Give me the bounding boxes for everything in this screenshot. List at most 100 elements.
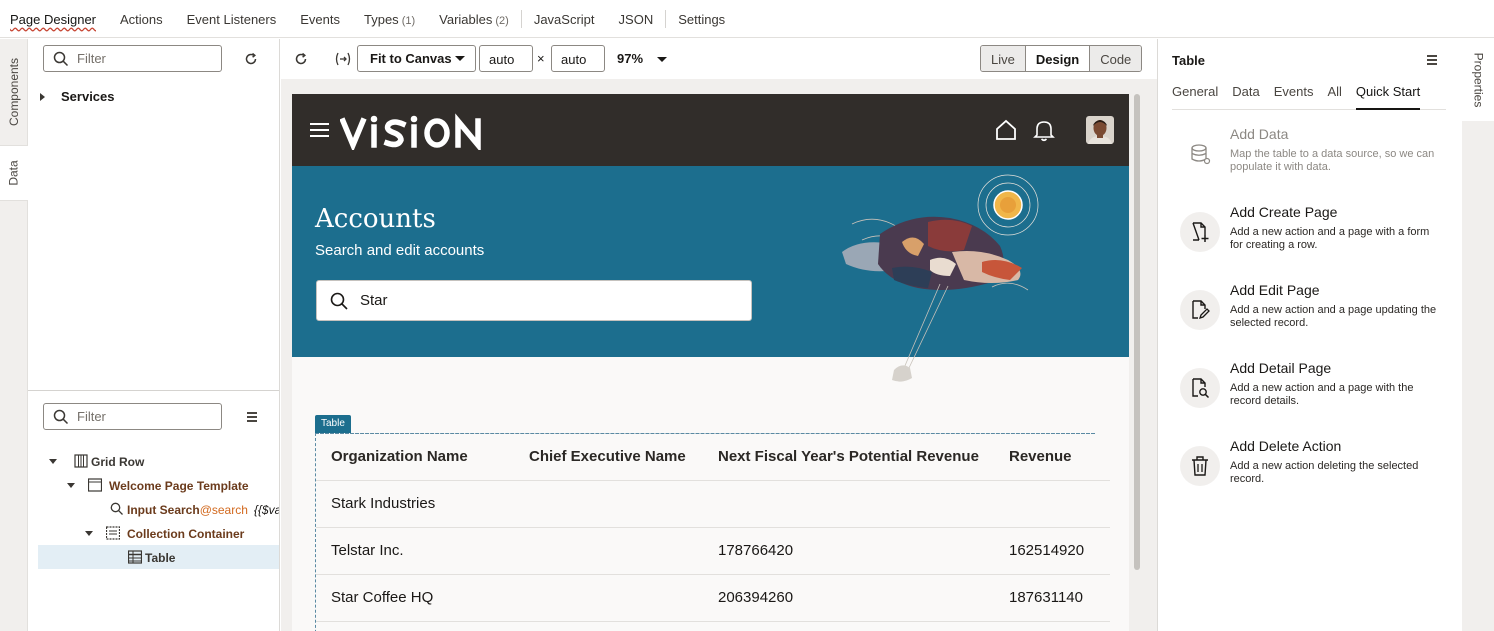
tree-item-label: Input Search <box>127 503 200 517</box>
structure-filter[interactable] <box>43 403 222 430</box>
tab-event-listeners[interactable]: Event Listeners <box>187 12 277 27</box>
canvas-width-input[interactable]: auto <box>479 45 533 72</box>
tab-label: Variables <box>439 11 493 27</box>
tab-events[interactable]: Events <box>300 12 340 27</box>
column-header[interactable]: Chief Executive Name <box>514 434 703 481</box>
tab-actions[interactable]: Actions <box>120 12 163 27</box>
quick-start-desc: Add a new action and a page updating the… <box>1230 304 1437 329</box>
refresh-icon[interactable] <box>291 49 311 69</box>
grid-icon <box>74 454 88 468</box>
code-mode-button[interactable]: Code <box>1089 46 1142 71</box>
services-tree-item[interactable]: Services <box>40 89 115 104</box>
tab-label: Types <box>364 11 399 27</box>
tab-types[interactable]: Types (1) <box>364 12 415 27</box>
dimension-separator: × <box>537 51 545 66</box>
tab-events[interactable]: Events <box>1274 84 1314 110</box>
fit-to-canvas-label: Fit to Canvas <box>370 51 452 66</box>
tree-item-input-search[interactable]: Input Search@search {{$va <box>28 497 279 521</box>
accounts-table: Organization Name Chief Executive Name N… <box>316 434 1110 622</box>
components-side-tab[interactable]: Components <box>0 39 28 145</box>
table-component[interactable]: Organization Name Chief Executive Name N… <box>315 433 1110 631</box>
tab-divider <box>665 10 667 28</box>
tab-variables[interactable]: Variables (2) <box>439 12 509 27</box>
tree-item-label: Collection Container <box>127 527 245 541</box>
refresh-icon[interactable] <box>241 49 261 69</box>
table-cell: Telstar Inc. <box>316 527 514 575</box>
zoom-dropdown[interactable]: 97% <box>617 51 668 66</box>
quick-start-add-delete-action[interactable]: Add Delete Action Add a new action delet… <box>1180 438 1450 498</box>
services-filter[interactable] <box>43 45 222 72</box>
properties-title: Table <box>1172 53 1205 68</box>
caret-down-icon[interactable] <box>85 531 93 536</box>
table-icon <box>128 550 142 564</box>
table-row[interactable]: Telstar Inc. 178766420 162514920 <box>316 527 1110 575</box>
column-header[interactable]: Next Fiscal Year's Potential Revenue <box>703 434 994 481</box>
scrollbar-thumb[interactable] <box>1134 94 1140 570</box>
table-cell: 162514920 <box>994 527 1110 575</box>
caret-down-icon[interactable] <box>67 483 75 488</box>
account-search-input[interactable] <box>360 292 740 309</box>
tree-item-label: Grid Row <box>91 455 145 469</box>
services-filter-input[interactable] <box>77 51 207 66</box>
tab-json[interactable]: JSON <box>619 12 654 27</box>
app-preview: Accounts Search and edit accounts Star T… <box>292 94 1129 631</box>
expression-icon[interactable] <box>332 49 354 69</box>
structure-filter-input[interactable] <box>77 409 207 424</box>
canvas-scrollbar[interactable] <box>1133 94 1141 631</box>
structure-menu-icon[interactable] <box>244 410 260 424</box>
tab-quick-start[interactable]: Quick Start <box>1355 84 1421 110</box>
collection-icon <box>106 526 120 540</box>
quick-start-add-detail-page[interactable]: Add Detail Page Add a new action and a p… <box>1180 360 1450 420</box>
vision-logo <box>340 113 481 150</box>
table-cell <box>994 480 1110 528</box>
account-search[interactable] <box>316 280 752 321</box>
caret-down-icon[interactable] <box>49 459 57 464</box>
live-mode-button[interactable]: Live <box>981 46 1025 71</box>
tab-javascript[interactable]: JavaScript <box>534 12 595 27</box>
quick-start-desc: Add a new action deleting the selected r… <box>1230 460 1419 485</box>
tree-item-table[interactable]: Table <box>38 545 279 569</box>
column-header[interactable]: Organization Name <box>316 434 514 481</box>
quick-start-desc: Add a new action and a page with the rec… <box>1230 382 1414 407</box>
tab-settings[interactable]: Settings <box>678 12 725 27</box>
search-icon <box>53 409 69 424</box>
canvas-height-input[interactable]: auto <box>551 45 605 72</box>
designer-tab-bar: Page Designer Actions Event Listeners Ev… <box>0 0 1494 38</box>
tab-page-designer[interactable]: Page Designer <box>10 12 96 27</box>
design-mode-button[interactable]: Design <box>1024 46 1090 71</box>
column-header[interactable]: Revenue <box>994 434 1110 481</box>
tree-item-collection-container[interactable]: Collection Container <box>28 521 279 545</box>
tab-general[interactable]: General <box>1172 84 1218 110</box>
tree-item-welcome-page-template[interactable]: Welcome Page Template <box>28 473 279 497</box>
trash-icon <box>1180 446 1220 486</box>
tree-item-id: @search <box>199 503 248 517</box>
hamburger-menu-icon[interactable] <box>310 123 329 138</box>
data-side-tab[interactable]: Data <box>0 145 28 201</box>
search-icon <box>53 51 69 66</box>
tree-item-grid-row[interactable]: Grid Row <box>28 449 279 473</box>
table-cell <box>703 480 994 528</box>
fit-to-canvas-dropdown[interactable]: Fit to Canvas <box>357 45 476 72</box>
table-cell: Star Coffee HQ <box>316 574 514 622</box>
tab-all[interactable]: All <box>1327 84 1341 110</box>
quick-start-add-create-page[interactable]: Add Create Page Add a new action and a p… <box>1180 204 1450 264</box>
properties-menu-icon[interactable] <box>1424 53 1440 67</box>
structure-tree: Grid Row Welcome Page Template Input Sea… <box>28 449 279 569</box>
table-row[interactable]: Stark Industries <box>316 480 1110 528</box>
panel-divider <box>28 390 279 391</box>
table-cell <box>514 574 703 622</box>
user-avatar[interactable] <box>1086 116 1114 144</box>
page-subtitle: Search and edit accounts <box>315 242 485 259</box>
bell-icon[interactable] <box>1033 118 1055 142</box>
table-selection-badge: Table <box>315 415 351 433</box>
side-tab-label: Components <box>7 57 22 127</box>
tab-count: (1) <box>401 14 416 27</box>
properties-side-tab[interactable]: Properties <box>1462 39 1494 121</box>
tab-data[interactable]: Data <box>1232 84 1259 110</box>
table-row[interactable]: Star Coffee HQ 206394260 187631140 <box>316 574 1110 622</box>
quick-start-title: Add Data <box>1230 126 1289 142</box>
right-side-tabs: Properties <box>1462 39 1494 631</box>
search-icon <box>330 292 348 310</box>
quick-start-add-edit-page[interactable]: Add Edit Page Add a new action and a pag… <box>1180 282 1450 342</box>
home-icon[interactable] <box>995 118 1017 142</box>
